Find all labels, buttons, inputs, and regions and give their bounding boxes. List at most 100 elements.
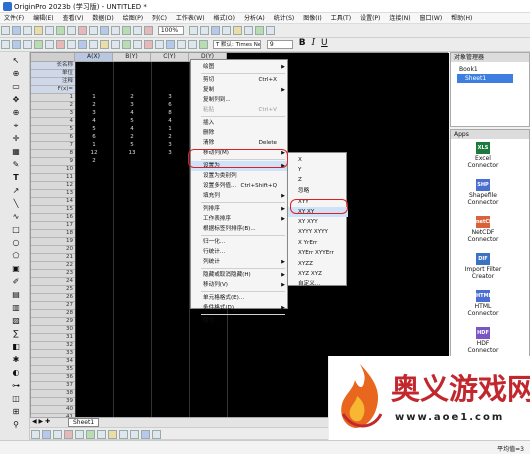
row-header[interactable]: 6 [31, 134, 75, 142]
save-icon[interactable] [34, 26, 43, 35]
row-header[interactable]: 35 [31, 366, 75, 374]
context-menu-item[interactable]: 绘图 ▶ [191, 62, 289, 72]
duplicate-icon[interactable] [133, 26, 142, 35]
table-cell[interactable]: 3 [151, 150, 189, 158]
menu-item[interactable]: 数据(D) [92, 13, 113, 23]
back-icon[interactable] [152, 430, 161, 439]
table-cell[interactable]: 3 [75, 110, 113, 118]
pointer-tool-icon[interactable]: ↖ [10, 56, 22, 66]
move-tool-icon[interactable]: ✥ [10, 95, 22, 105]
row-header[interactable]: 23 [31, 270, 75, 278]
plot-3d-icon[interactable] [89, 40, 98, 49]
column-header[interactable]: A(X) [75, 53, 113, 62]
row-header[interactable]: 2 [31, 102, 75, 110]
tab-nav-arrows-icon[interactable]: ◀ ▶ ✚ [32, 418, 50, 425]
table-cell[interactable]: 13 [113, 150, 151, 158]
app-item[interactable]: HTML HTML Connector [463, 290, 503, 317]
group-icon[interactable] [155, 40, 164, 49]
line-width-icon[interactable] [42, 430, 51, 439]
table-cell[interactable]: 2 [113, 94, 151, 102]
submenu-item[interactable]: XY XYY [288, 217, 348, 227]
pattern-icon[interactable] [86, 430, 95, 439]
line-color-icon[interactable] [75, 430, 84, 439]
context-menu-item[interactable]: 隐藏或取消隐藏(H) ▶ [191, 270, 289, 280]
help-icon[interactable] [265, 26, 275, 35]
context-menu-item[interactable]: 列统计 ▶ [191, 257, 289, 267]
line-style-icon[interactable] [31, 430, 40, 439]
submenu-item[interactable]: XYZZ [288, 259, 348, 269]
plot-area-icon[interactable] [122, 40, 131, 49]
submenu-item[interactable]: Y [288, 165, 348, 175]
tree-item-book[interactable]: Book1 [451, 65, 529, 74]
menu-item[interactable]: 文件(F) [4, 13, 24, 23]
menu-item[interactable]: 窗口(W) [420, 13, 443, 23]
context-menu-item[interactable]: 剪切 Ctrl+X [191, 75, 289, 85]
context-menu-item[interactable]: 插入 [191, 118, 289, 128]
add-column-icon[interactable] [12, 40, 21, 49]
submenu-item[interactable]: 自定义... [288, 279, 348, 289]
menu-item[interactable]: 连接(N) [389, 13, 410, 23]
row-header[interactable]: 27 [31, 302, 75, 310]
app-item[interactable]: HDF HDF Connector [463, 327, 503, 354]
table-cell[interactable]: 6 [151, 102, 189, 110]
rectangle-tool-icon[interactable]: □ [10, 225, 22, 235]
context-menu-item[interactable]: 填充列 ▶ [191, 191, 289, 201]
import-icon[interactable] [45, 26, 54, 35]
table-cell[interactable]: 2 [151, 134, 189, 142]
context-menu-item[interactable]: 清除 Delete [191, 138, 289, 148]
row-header[interactable]: 24 [31, 278, 75, 286]
row-header[interactable]: 30 [31, 326, 75, 334]
layer-tool-icon[interactable]: ◫ [10, 394, 22, 404]
template-icon[interactable] [144, 40, 153, 49]
row-header[interactable]: 15 [31, 206, 75, 214]
row-header[interactable]: 9 [31, 158, 75, 166]
sheet-tab[interactable]: Sheet1 [68, 418, 100, 427]
table-cell[interactable]: 1 [151, 126, 189, 134]
row-header[interactable]: 1 [31, 94, 75, 102]
menu-item[interactable]: 分析(A) [244, 13, 265, 23]
row-header[interactable]: 20 [31, 246, 75, 254]
annotation-icon[interactable]: ✱ [10, 355, 22, 365]
context-menu-item[interactable]: 设置多列值... Ctrl+Shift+Q [191, 181, 289, 191]
polygon-tool-icon[interactable]: ⬠ [10, 251, 22, 261]
insert-image-icon[interactable]: ▨ [10, 316, 22, 326]
context-menu-item[interactable]: 工作表排序 ▶ [191, 214, 289, 224]
row-header[interactable]: 22 [31, 262, 75, 270]
submenu-item[interactable]: 忽略 [288, 186, 348, 196]
plot-scatter-icon[interactable] [56, 40, 65, 49]
color-scale-icon[interactable]: ◐ [10, 368, 22, 378]
results-log-icon[interactable] [232, 26, 242, 35]
menu-item[interactable]: 设置(P) [360, 13, 380, 23]
row-header[interactable]: 39 [31, 398, 75, 406]
row-header[interactable]: 17 [31, 222, 75, 230]
sort-icon[interactable] [23, 40, 32, 49]
table-cell[interactable]: 4 [75, 118, 113, 126]
row-header[interactable]: 34 [31, 358, 75, 366]
app-item[interactable]: netCDF NetCDF Connector [463, 216, 503, 243]
table-cell[interactable]: 3 [151, 142, 189, 150]
tree-item-sheet[interactable]: Sheet1 [457, 74, 513, 83]
row-header[interactable]: 3 [31, 110, 75, 118]
bold-button[interactable]: B [299, 38, 306, 48]
freehand-tool-icon[interactable]: ✐ [10, 277, 22, 287]
table-cell[interactable]: 5 [113, 142, 151, 150]
submenu-item[interactable]: XYYY XYYY [288, 227, 348, 237]
scale-bar-icon[interactable]: ⊶ [10, 381, 22, 391]
column-header[interactable]: B(Y) [113, 53, 151, 62]
context-menu-item[interactable]: 复制 ▶ [191, 85, 289, 95]
code-builder-icon[interactable] [144, 26, 153, 35]
menu-item[interactable]: 帮助(H) [451, 13, 472, 23]
font-size-select[interactable]: 9 [266, 40, 293, 49]
symbol-icon[interactable] [97, 430, 106, 439]
menu-item[interactable]: 工具(T) [331, 13, 351, 23]
text-tool-icon[interactable]: T [10, 173, 22, 183]
merge-icon[interactable] [166, 40, 175, 49]
table-cell[interactable]: 3 [151, 94, 189, 102]
row-header[interactable]: 7 [31, 142, 75, 150]
align-icon[interactable] [119, 430, 128, 439]
zoom-in-icon[interactable] [188, 26, 198, 35]
insert-graph-icon[interactable]: ▤ [10, 290, 22, 300]
table-cell[interactable]: 3 [113, 102, 151, 110]
font-select[interactable]: T 默认: Times New [212, 40, 261, 49]
context-menu-item[interactable]: 归一化... [191, 237, 289, 247]
